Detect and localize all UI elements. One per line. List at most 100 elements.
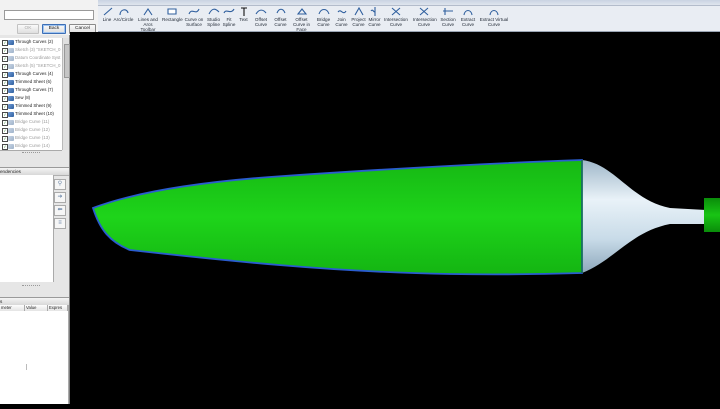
dialog-selection-field[interactable]: [4, 10, 94, 20]
ribbon-tool-arc-circle[interactable]: Arc/Circle: [113, 5, 134, 31]
ribbon-tool-mirror-curve[interactable]: Mirror Curve: [368, 5, 381, 31]
ribbon-tool-label: Bridge Curve: [316, 17, 331, 27]
feature-icon: [8, 143, 14, 149]
mouse-cursor: [26, 364, 27, 370]
ribbon-tool-extract-curve[interactable]: Extract Curve: [459, 5, 477, 31]
hub-cylinder: [704, 198, 720, 232]
ribbon-tool-label: Extract Virtual Curve: [479, 17, 509, 27]
feature-icon: [8, 39, 14, 45]
tree-item[interactable]: ✓ Sketch (5) "SKETCH_0: [0, 62, 62, 70]
tree-item[interactable]: ✓ Datum Coordinate Syst: [0, 54, 62, 62]
ok-button[interactable]: OK: [17, 24, 39, 34]
panel-splitter-2[interactable]: [22, 285, 40, 288]
ribbon-tool-curve-on-surface[interactable]: Curve on Surface: [184, 5, 204, 31]
feature-icon: [8, 111, 14, 117]
tree-item[interactable]: ✓ Bridge Curve (11): [0, 118, 62, 126]
ribbon-tool-label: Mirror Curve: [368, 17, 381, 27]
feature-icon: [8, 47, 14, 53]
tree-item-label: Through Curves (2): [15, 39, 54, 44]
feature-icon: [8, 71, 14, 77]
tree-item[interactable]: ✓ Through Curves (7): [0, 86, 62, 94]
ribbon-tool-section-curve[interactable]: Section Curve: [439, 5, 457, 31]
tree-item[interactable]: ✓ Through Curves (4): [0, 70, 62, 78]
tree-item-label: Bridge Curve (11): [15, 119, 50, 124]
arrow-left-icon[interactable]: ⬅: [54, 205, 66, 216]
feature-icon: [8, 103, 14, 109]
ribbon-tool-label: Intersection Curve: [413, 17, 437, 27]
ribbon-tool-label: Intersection Curve: [384, 17, 408, 27]
feature-icon: [8, 63, 14, 69]
tree-item-label: Through Curves (7): [15, 87, 54, 92]
tree-item-label: Bridge Curve (13): [15, 135, 50, 140]
tree-item[interactable]: ✓ Sketch (3) "SKETCH_0: [0, 46, 62, 54]
graphics-viewport[interactable]: [70, 32, 720, 404]
dependencies-pane: [0, 175, 54, 282]
tree-item[interactable]: ✓ Trimmed Sheet (9): [0, 102, 62, 110]
feature-icon: [8, 87, 14, 93]
tree-item-label: Bridge Curve (14): [15, 143, 50, 148]
ribbon-tool-label: Rectangle: [162, 17, 183, 22]
ribbon-tool-project-curve[interactable]: Project Curve: [350, 5, 367, 31]
tree-item-label: Trimmed Sheet (10): [15, 111, 54, 116]
command-dialog: OK Back Cancel: [0, 0, 99, 36]
ribbon-tool-join-curve[interactable]: Join Curve: [334, 5, 349, 31]
details-col-parameter[interactable]: meter: [0, 305, 25, 311]
ribbon-tool-label: Arc/Circle: [113, 17, 134, 22]
ribbon-tool-rectangle[interactable]: Rectangle: [162, 5, 183, 31]
feature-icon: [8, 79, 14, 85]
blade-model[interactable]: [70, 32, 720, 404]
details-col-value[interactable]: Value: [25, 305, 48, 311]
ribbon-tool-intersection-curve[interactable]: Intersection Curve: [413, 5, 437, 31]
details-title: s: [0, 299, 3, 304]
list-icon[interactable]: ≡: [54, 218, 66, 229]
arrow-right-icon[interactable]: ➜: [54, 192, 66, 203]
tree-item-label: Through Curves (4): [15, 71, 54, 76]
tree-item-label: Sketch (5) "SKETCH_0: [15, 63, 61, 68]
tree-item[interactable]: ✓ Through Curves (2): [0, 38, 62, 46]
ribbon-tool-label: Extract Curve: [460, 17, 476, 27]
ribbon-tool-line[interactable]: Line: [102, 5, 113, 31]
tree-scrollbar[interactable]: [62, 38, 70, 150]
ribbon-tool-label: Line: [102, 17, 112, 22]
ribbon-tool-lines-arcs-toolbar[interactable]: Lines and Arcs Toolbar: [136, 5, 160, 32]
dependencies-title: endencies: [0, 169, 21, 174]
model-history-tree: ✓ Through Curves (2) ✓ Sketch (3) "SKETCH_0…: [0, 38, 62, 151]
tree-item[interactable]: ✓ Bridge Curve (14): [0, 142, 62, 150]
ribbon-tool-label: Studio Spline: [206, 17, 221, 27]
ribbon-tool-studio-spline[interactable]: Studio Spline: [206, 5, 221, 31]
tree-item-label: Sketch (3) "SKETCH_0: [15, 47, 61, 52]
ribbon-tool-label: Offset Curve: [274, 17, 287, 27]
search-icon[interactable]: ⚲: [54, 179, 66, 190]
tree-item[interactable]: ✓ Sew (8): [0, 94, 62, 102]
curve-ribbon-toolbar: Line Arc/Circle Lines and Arcs Toolbar Rect…: [98, 0, 720, 32]
ribbon-tool-label: Lines and Arcs Toolbar: [138, 17, 158, 32]
ribbon-tool-offset-curve-in-face[interactable]: Offset Curve in Face: [289, 5, 314, 32]
feature-icon: [8, 55, 14, 61]
tree-item-label: Bridge Curve (15): [15, 150, 50, 151]
ribbon-tool-label: Section Curve: [440, 17, 456, 27]
ribbon-tool-extract-virtual-curve[interactable]: Extract Virtual Curve: [479, 5, 509, 31]
tree-item-label: Trimmed Sheet (9): [15, 103, 52, 108]
ribbon-tool-fit-spline[interactable]: Fit Spline: [222, 5, 236, 31]
ribbon-tool-offset-curve[interactable]: Offset Curve: [274, 5, 287, 31]
tree-item[interactable]: ✓ Bridge Curve (13): [0, 134, 62, 142]
ribbon-tool-intersection-curve[interactable]: Intersection Curve: [382, 5, 410, 31]
details-col-expression[interactable]: Expres: [48, 305, 68, 311]
ribbon-tool-offset-curve[interactable]: Offset Curve: [251, 5, 271, 31]
ribbon-tool-bridge-curve[interactable]: Bridge Curve: [316, 5, 331, 31]
tree-item-label: Bridge Curve (12): [15, 127, 50, 132]
panel-splitter[interactable]: [22, 152, 40, 155]
tree-item-label: Trimmed Sheet (6): [15, 79, 52, 84]
tree-item[interactable]: ✓ Bridge Curve (12): [0, 126, 62, 134]
blade-surface: [91, 159, 583, 276]
ribbon-tool-label: Text: [239, 17, 248, 22]
back-button[interactable]: Back: [42, 24, 66, 34]
details-pane: meter Value Expres: [0, 305, 69, 404]
ribbon-tool-label: Fit Spline: [222, 17, 236, 27]
ribbon-tool-text[interactable]: Text: [238, 5, 249, 31]
tree-item[interactable]: ✓ Trimmed Sheet (6): [0, 78, 62, 86]
feature-icon: [8, 119, 14, 125]
tree-item[interactable]: ✓ Trimmed Sheet (10): [0, 110, 62, 118]
ribbon-tool-label: Offset Curve in Face: [292, 17, 311, 32]
tree-item[interactable]: ✓Bridge Curve (15): [0, 150, 62, 151]
